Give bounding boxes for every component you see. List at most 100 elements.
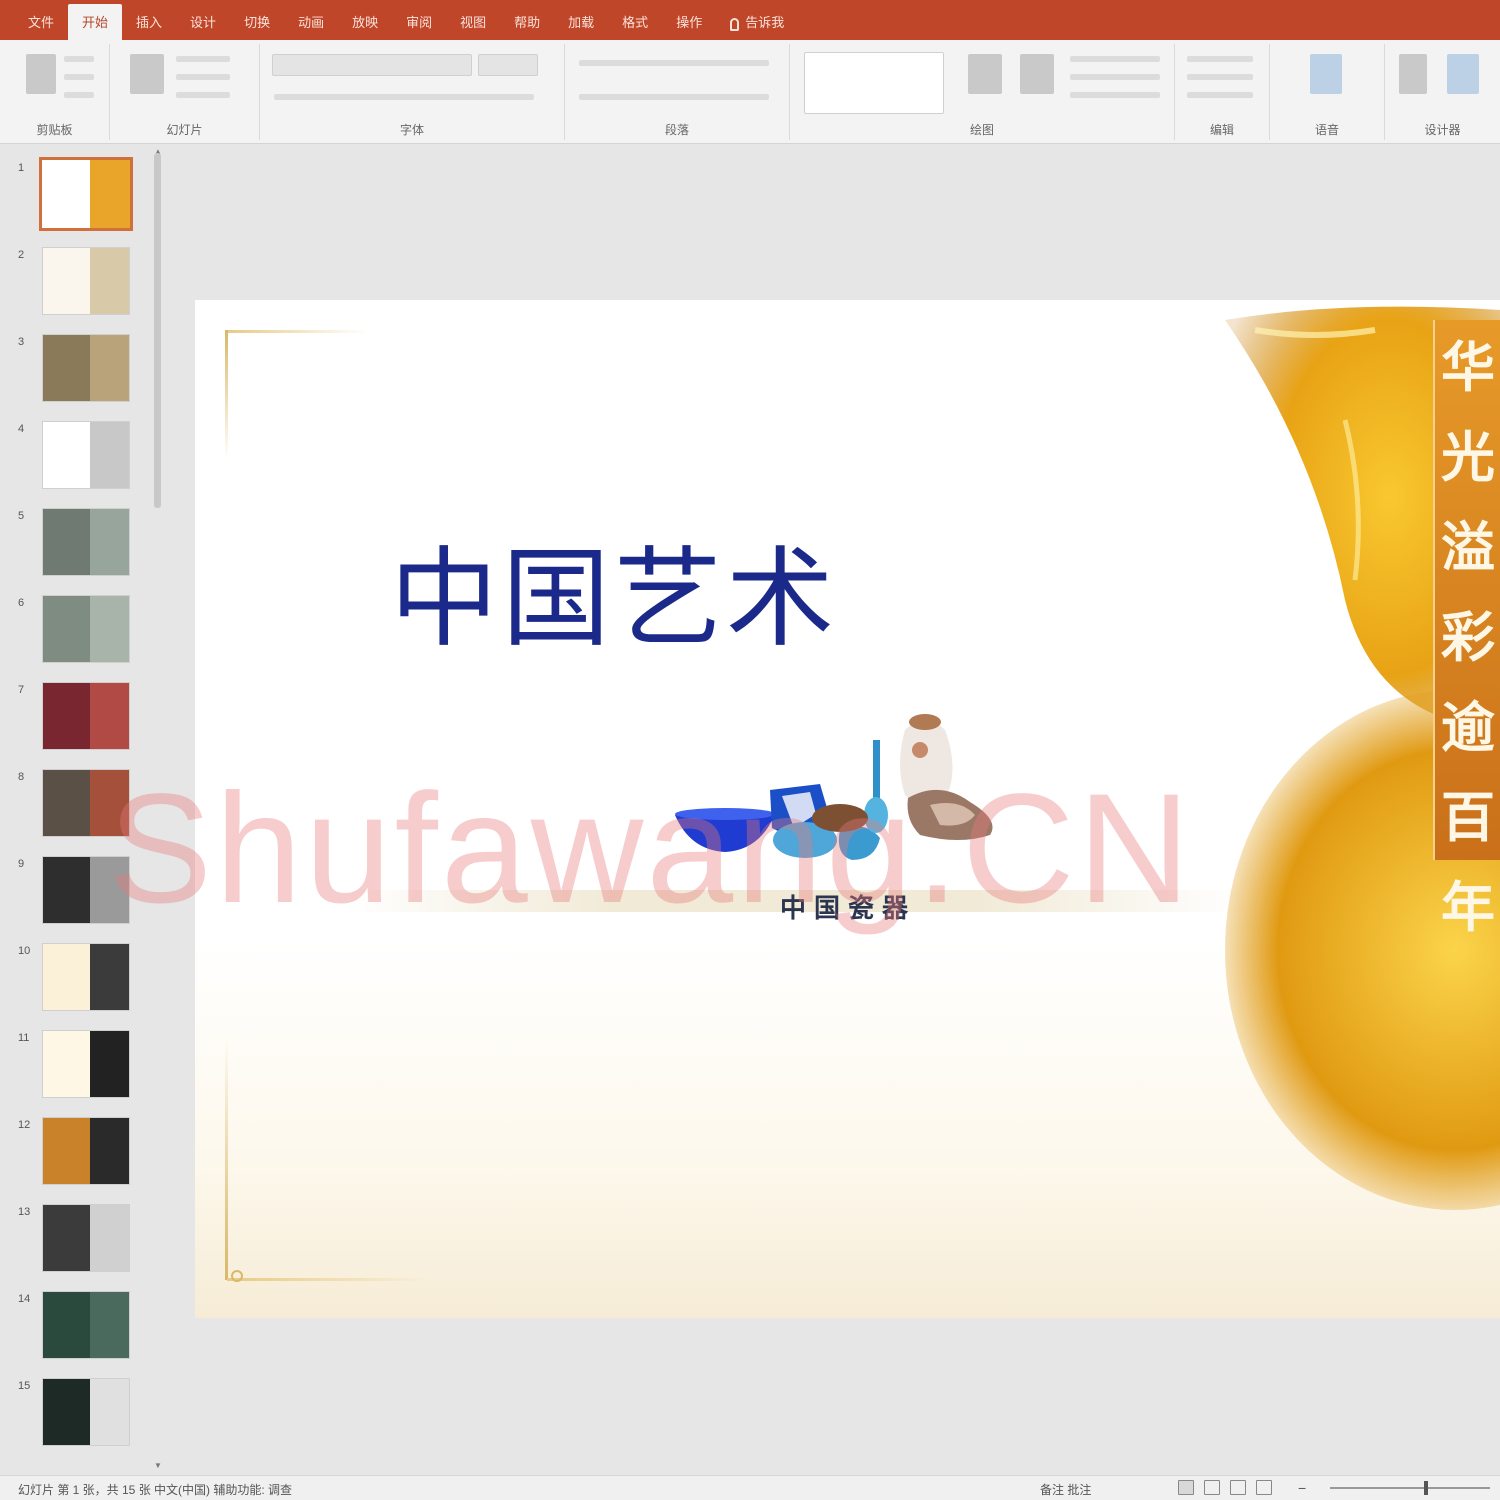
font-name-select[interactable] xyxy=(272,54,472,76)
thumbnail-scrollbar[interactable] xyxy=(154,153,161,508)
slide-title[interactable]: 中国艺术 xyxy=(390,512,838,668)
thumbnail-image xyxy=(43,1292,91,1358)
arrange-icon[interactable] xyxy=(968,54,1002,94)
shape-outline-button[interactable] xyxy=(1070,74,1160,80)
slide-thumbnail-preview[interactable] xyxy=(42,595,130,663)
slide-thumbnail-preview[interactable] xyxy=(42,334,130,402)
reading-view-icon[interactable] xyxy=(1230,1480,1246,1495)
slide-number: 5 xyxy=(18,510,25,522)
ribbon-tab[interactable]: 加载 xyxy=(554,4,608,40)
design-ideas-icon[interactable] xyxy=(1447,54,1479,94)
new-slide-icon[interactable] xyxy=(130,54,164,94)
slide-thumbnail-preview[interactable] xyxy=(42,247,130,315)
ceramics-illustration xyxy=(675,714,993,860)
ribbon-tab[interactable]: 视图 xyxy=(446,4,500,40)
slide-thumbnail[interactable]: 13 xyxy=(10,1204,150,1284)
ribbon-tab[interactable]: 放映 xyxy=(338,4,392,40)
ceramics-caption: 中国瓷器 xyxy=(780,893,917,923)
shape-effects-button[interactable] xyxy=(1070,92,1160,98)
layout-button[interactable] xyxy=(176,56,230,62)
ribbon-tab[interactable]: 格式 xyxy=(608,4,662,40)
font-format-buttons[interactable] xyxy=(274,94,534,100)
notes-comments-buttons[interactable]: 备注 批注 xyxy=(1040,1481,1091,1498)
slide-thumbnail-preview[interactable] xyxy=(42,1030,130,1098)
zoom-slider-handle[interactable] xyxy=(1424,1481,1428,1495)
slide-thumbnail-preview[interactable] xyxy=(42,856,130,924)
ribbon-tab[interactable]: 开始 xyxy=(68,4,123,40)
ribbon-tab[interactable]: 操作 xyxy=(662,4,716,40)
shapes-gallery[interactable] xyxy=(804,52,944,114)
slide-thumbnail-preview[interactable] xyxy=(42,943,130,1011)
slide-thumbnail[interactable]: 15 xyxy=(10,1378,150,1458)
list-buttons[interactable] xyxy=(579,60,769,66)
ideas-icon[interactable] xyxy=(1399,54,1427,94)
cut-icon[interactable] xyxy=(64,56,94,62)
slide-thumbnail-preview[interactable] xyxy=(42,682,130,750)
slide-sorter-view-icon[interactable] xyxy=(1204,1480,1220,1495)
thumbnail-image xyxy=(90,248,129,314)
zoom-slider[interactable] xyxy=(1330,1487,1490,1489)
slide-thumbnail[interactable]: 12 xyxy=(10,1117,150,1197)
slide-thumbnail[interactable]: 6 xyxy=(10,595,150,675)
slide-thumbnail-preview[interactable] xyxy=(42,1204,130,1272)
ribbon-tab[interactable]: 审阅 xyxy=(392,4,446,40)
slide-thumbnail[interactable]: 10 xyxy=(10,943,150,1023)
shape-fill-button[interactable] xyxy=(1070,56,1160,62)
ribbon-tab[interactable]: 文件 xyxy=(14,4,68,40)
slide-thumbnail-preview[interactable] xyxy=(42,1378,130,1446)
slogan-character: 逾 xyxy=(1441,695,1495,759)
slide-thumbnail-preview[interactable] xyxy=(42,421,130,489)
slide-thumbnail[interactable]: 9 xyxy=(10,856,150,936)
font-size-select[interactable] xyxy=(478,54,538,76)
thumbnail-image xyxy=(43,770,91,836)
slide-thumbnail-preview[interactable] xyxy=(42,1291,130,1359)
slide-canvas[interactable]: 中国艺术 中国瓷器 华 光 溢 彩 逾 百 年 xyxy=(195,300,1500,1318)
slide-thumbnail[interactable]: 4 xyxy=(10,421,150,501)
slide-thumbnail-preview[interactable] xyxy=(42,1117,130,1185)
scroll-down-arrow-icon[interactable]: ▼ xyxy=(153,1461,163,1471)
format-painter-icon[interactable] xyxy=(64,92,94,98)
ribbon-tab[interactable]: 切换 xyxy=(230,4,284,40)
vertical-slogan: 华光溢彩逾百年 xyxy=(1438,322,1498,952)
slogan-character: 光 xyxy=(1441,425,1495,489)
slide-thumbnail[interactable]: 2 xyxy=(10,247,150,327)
dictate-icon[interactable] xyxy=(1310,54,1342,94)
thumbnail-image xyxy=(43,1205,91,1271)
slide-number: 15 xyxy=(18,1380,31,1392)
thumbnail-image xyxy=(90,160,130,228)
slide-thumbnail[interactable]: 3 xyxy=(10,334,150,414)
align-buttons[interactable] xyxy=(579,94,769,100)
thumbnail-image xyxy=(90,944,129,1010)
group-label: 编辑 xyxy=(1209,123,1234,137)
ribbon-tab[interactable]: 帮助 xyxy=(500,4,554,40)
normal-view-icon[interactable] xyxy=(1178,1480,1194,1495)
decorative-frame xyxy=(225,330,228,460)
slideshow-view-icon[interactable] xyxy=(1256,1480,1272,1495)
slide-thumbnail[interactable]: 1 xyxy=(10,157,150,240)
slide-thumbnail-pane: ▲ ▼ 1 2 3 4 5 6 7 8 9 10 11 12 13 14 15 xyxy=(0,145,168,1475)
ribbon-tab[interactable]: 动画 xyxy=(284,4,338,40)
tell-me-search[interactable]: 告诉我 xyxy=(716,4,798,40)
quick-styles-icon[interactable] xyxy=(1020,54,1054,94)
slide-thumbnail[interactable]: 7 xyxy=(10,682,150,762)
thumbnail-image xyxy=(90,1118,129,1184)
ribbon-tab[interactable]: 插入 xyxy=(122,4,176,40)
slide-number: 2 xyxy=(18,249,25,261)
slide-thumbnail-preview[interactable] xyxy=(42,769,130,837)
replace-button[interactable] xyxy=(1187,74,1253,80)
ribbon-tab[interactable]: 设计 xyxy=(176,4,230,40)
select-button[interactable] xyxy=(1187,92,1253,98)
paste-icon[interactable] xyxy=(26,54,56,94)
slide-thumbnail[interactable]: 5 xyxy=(10,508,150,588)
slide-thumbnail[interactable]: 14 xyxy=(10,1291,150,1371)
slide-thumbnail[interactable]: 11 xyxy=(10,1030,150,1110)
slide-thumbnail-preview[interactable] xyxy=(39,157,133,231)
reset-button[interactable] xyxy=(176,74,230,80)
slide-thumbnail[interactable]: 8 xyxy=(10,769,150,849)
slide-thumbnail-preview[interactable] xyxy=(42,508,130,576)
section-button[interactable] xyxy=(176,92,230,98)
zoom-out-icon[interactable]: − xyxy=(1298,1480,1314,1496)
copy-icon[interactable] xyxy=(64,74,94,80)
find-button[interactable] xyxy=(1187,56,1253,62)
thumbnail-image xyxy=(43,1379,91,1445)
